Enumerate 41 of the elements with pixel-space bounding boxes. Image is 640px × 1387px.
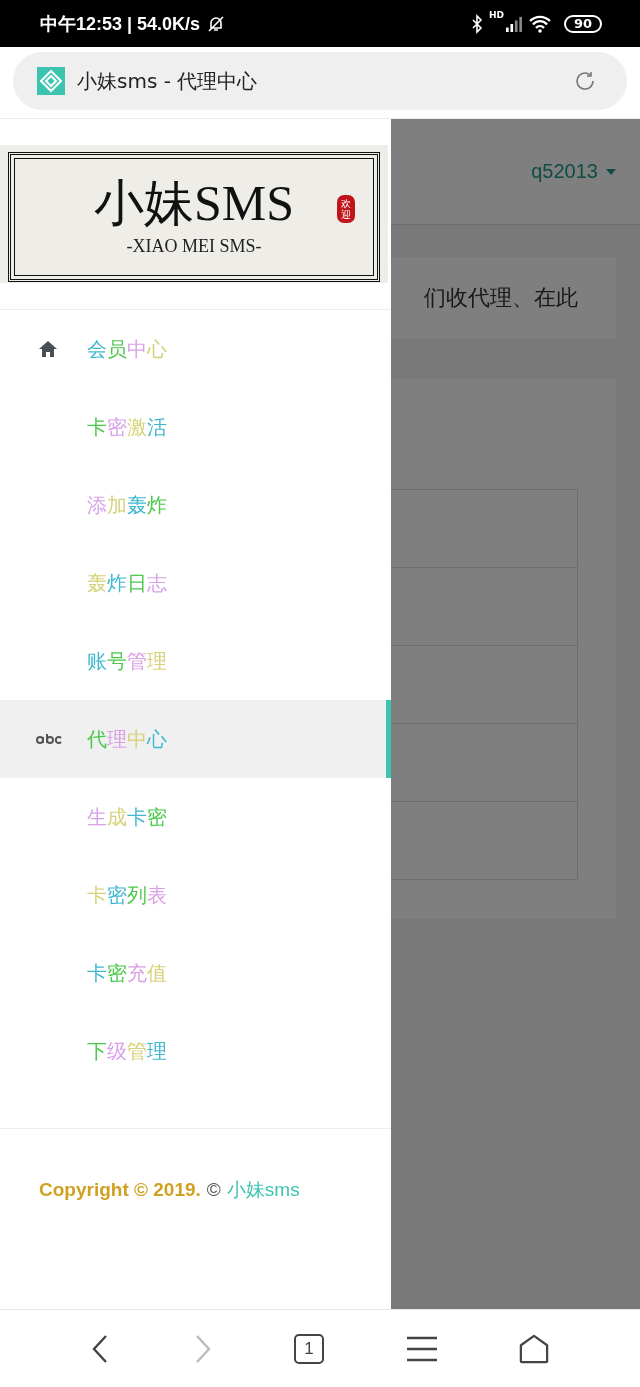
wifi-icon [527,14,552,33]
abc-icon [36,733,62,745]
menu-item-label: 卡密列表 [87,881,167,909]
site-logo-icon [37,67,65,95]
copyright-mark: © [206,1179,221,1201]
menu-item[interactable]: 下级管理 [0,1012,391,1090]
menu-item-label: 会员中心 [87,335,167,363]
bluetooth-icon [470,13,483,34]
logo-title: 小妹SMS [93,177,295,228]
menu-item-label: 卡密激活 [87,413,167,441]
menu-item-label: 卡密充值 [87,959,167,987]
logo-subtitle: -XIAO MEI SMS- [126,235,262,257]
signal-icon [505,14,522,33]
menu-item-label: 下级管理 [87,1037,167,1065]
reload-icon[interactable] [573,69,597,93]
mute-bell-icon [206,13,227,34]
menu-item-label: 轰炸日志 [87,569,167,597]
menu-item-label: 代理中心 [87,725,167,753]
menu-item[interactable]: 卡密充值 [0,934,391,1012]
menu-item[interactable]: 会员中心 [0,310,391,388]
menu-item[interactable]: 卡密列表 [0,856,391,934]
site-link[interactable]: 小妹sms [226,1177,300,1203]
menu-item[interactable]: 代理中心 [0,700,391,778]
page-title: 小妹sms - 代理中心 [77,67,259,95]
copyright-text: Copyright © 2019. [39,1179,201,1201]
notice-text: 们收代理、在此 [424,284,578,312]
address-bar[interactable]: 小妹sms - 代理中心 [13,52,627,110]
seal-stamp: 欢迎 [337,195,355,223]
caret-icon [606,168,616,175]
menu-item[interactable]: 添加轰炸 [0,466,391,544]
network-label: HD [488,10,504,20]
menu-item[interactable]: 账号管理 [0,622,391,700]
status-time: 中午12:53 | 54.0K/s [40,12,201,36]
menu-item[interactable]: 轰炸日志 [0,544,391,622]
menu-item-label: 账号管理 [87,647,167,675]
menu-item[interactable]: 生成卡密 [0,778,391,856]
battery-indicator: 90 [563,14,602,33]
menu-item[interactable]: 卡密激活 [0,388,391,466]
menu-item-label: 生成卡密 [87,803,167,831]
menu-item-label: 添加轰炸 [87,491,167,519]
user-menu[interactable]: q52013 [531,160,598,183]
